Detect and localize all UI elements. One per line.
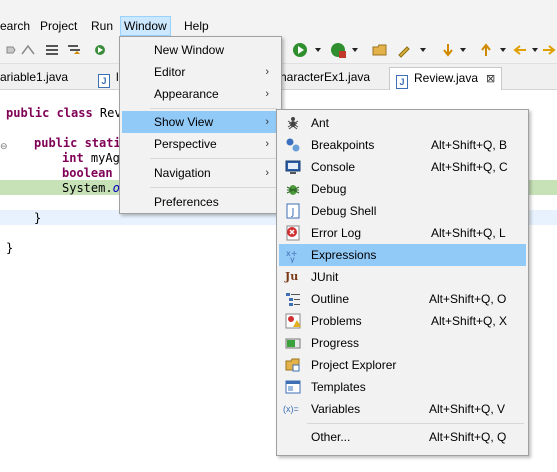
- tab-label: haracterEx1.java: [280, 70, 371, 84]
- templates-icon: [285, 379, 301, 395]
- tab-review[interactable]: J Review.java ⊠: [389, 67, 503, 90]
- svg-text:y: y: [290, 255, 295, 263]
- menu-separator: [307, 423, 524, 424]
- view-item-outline[interactable]: Outline Alt+Shift+Q, O: [279, 288, 526, 310]
- junit-icon: Ju: [285, 270, 299, 283]
- menu-separator: [150, 158, 277, 159]
- view-item-debug[interactable]: Debug: [279, 178, 526, 200]
- expressions-icon: x+ y: [285, 247, 301, 263]
- code-line-4: boolean: [62, 166, 120, 180]
- menu-window[interactable]: Window: [120, 16, 171, 36]
- menu-item-preferences[interactable]: Preferences: [122, 191, 279, 213]
- menu-item-show-view[interactable]: Show View ›: [122, 111, 279, 133]
- view-item-expressions[interactable]: x+ y Expressions: [279, 244, 526, 266]
- view-item-breakpoints[interactable]: Breakpoints Alt+Shift+Q, B: [279, 134, 526, 156]
- coverage-icon[interactable]: [330, 42, 346, 58]
- submenu-arrow-icon: ›: [265, 88, 269, 100]
- back-icon[interactable]: [512, 42, 528, 58]
- close-tab-icon[interactable]: ⊠: [486, 69, 495, 90]
- toggle-comment-icon[interactable]: [4, 42, 20, 58]
- nav-back-icon[interactable]: [20, 42, 36, 58]
- run-dropdown-icon[interactable]: [315, 48, 321, 52]
- submenu-arrow-icon: ›: [265, 116, 269, 128]
- menu-bar: earch Project Run Window Help: [0, 0, 557, 36]
- debug-shell-icon: J: [285, 203, 301, 219]
- pen-dropdown-icon[interactable]: [420, 48, 426, 52]
- menu-item-new-window[interactable]: New Window: [122, 39, 279, 61]
- view-item-templates[interactable]: Templates: [279, 376, 526, 398]
- menu-separator: [150, 187, 277, 188]
- menu-run[interactable]: Run: [91, 17, 113, 35]
- prev-annotation-icon[interactable]: [478, 42, 494, 58]
- code-line-6: }: [34, 211, 42, 225]
- code-line-2: public stati: [34, 136, 121, 150]
- view-item-project-explorer[interactable]: Project Explorer: [279, 354, 526, 376]
- next-annotation-icon[interactable]: [440, 42, 456, 58]
- view-item-error-log[interactable]: Error Log Alt+Shift+Q, L: [279, 222, 526, 244]
- menu-item-appearance[interactable]: Appearance ›: [122, 83, 279, 105]
- tab-characterex1[interactable]: haracterEx1.java: [280, 67, 370, 90]
- format-icon[interactable]: [66, 42, 82, 58]
- prev-annotation-dropdown-icon[interactable]: [500, 48, 506, 52]
- debug-icon: [285, 181, 301, 197]
- view-item-variables[interactable]: (x)= Variables Alt+Shift+Q, V: [279, 398, 526, 420]
- submenu-arrow-icon: ›: [265, 138, 269, 150]
- run-debug-icon[interactable]: [94, 42, 110, 58]
- java-file-icon: J: [98, 74, 110, 88]
- project-explorer-icon: [285, 357, 301, 373]
- java-file-icon: J: [396, 75, 408, 89]
- console-icon: [285, 159, 301, 175]
- code-line-3: int myAg: [62, 151, 120, 165]
- tab-label: ariable1.java: [0, 70, 69, 84]
- svg-text:J: J: [291, 207, 295, 218]
- progress-icon: [285, 335, 301, 351]
- ant-icon: [285, 115, 301, 131]
- code-line-7: }: [6, 241, 14, 255]
- menu-item-navigation[interactable]: Navigation ›: [122, 162, 279, 184]
- view-item-junit[interactable]: Ju JUnit: [279, 266, 526, 288]
- view-item-ant[interactable]: Ant: [279, 112, 526, 134]
- error-log-icon: [285, 225, 301, 241]
- tab-variable1[interactable]: ariable1.java: [0, 67, 68, 90]
- fold-marker-icon[interactable]: ⊖: [0, 141, 8, 152]
- menu-item-perspective[interactable]: Perspective ›: [122, 133, 279, 155]
- view-item-console[interactable]: Console Alt+Shift+Q, C: [279, 156, 526, 178]
- show-view-submenu: Ant Breakpoints Alt+Shift+Q, B Console A…: [276, 109, 529, 456]
- back-dropdown-icon[interactable]: [532, 48, 538, 52]
- view-item-problems[interactable]: Problems Alt+Shift+Q, X: [279, 310, 526, 332]
- variables-icon: (x)=: [283, 404, 299, 414]
- outline-icon: [285, 291, 301, 307]
- open-folder-icon[interactable]: [372, 42, 388, 58]
- breakpoints-icon: [285, 137, 301, 153]
- view-item-debug-shell[interactable]: J Debug Shell: [279, 200, 526, 222]
- submenu-arrow-icon: ›: [265, 167, 269, 179]
- run-icon[interactable]: [292, 42, 308, 58]
- view-item-progress[interactable]: Progress: [279, 332, 526, 354]
- menu-help[interactable]: Help: [184, 17, 209, 35]
- problems-icon: [285, 313, 301, 329]
- tab-label: Review.java: [414, 71, 479, 85]
- shift-left-icon[interactable]: [44, 42, 60, 58]
- menu-item-editor[interactable]: Editor ›: [122, 61, 279, 83]
- submenu-arrow-icon: ›: [265, 66, 269, 78]
- coverage-dropdown-icon[interactable]: [352, 48, 358, 52]
- tab-second[interactable]: Jl: [98, 67, 119, 90]
- code-line-5: System.o: [62, 181, 120, 195]
- menu-project[interactable]: Project: [40, 17, 77, 35]
- menu-search[interactable]: earch: [0, 17, 30, 35]
- code-line-1: public class Rev: [6, 106, 122, 120]
- menu-separator: [150, 108, 277, 109]
- view-item-other[interactable]: Other... Alt+Shift+Q, Q: [279, 426, 526, 448]
- window-menu: New Window Editor › Appearance › Show Vi…: [119, 36, 282, 214]
- forward-icon[interactable]: [541, 42, 557, 58]
- next-annotation-dropdown-icon[interactable]: [460, 48, 466, 52]
- pen-icon[interactable]: [396, 42, 412, 58]
